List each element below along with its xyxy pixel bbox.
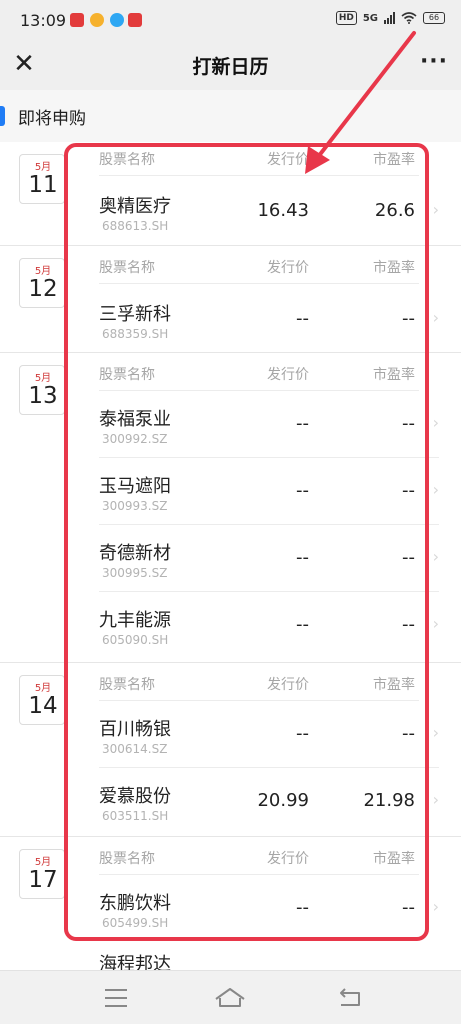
menu-icon[interactable]: [96, 983, 136, 1013]
system-nav-bar: [0, 970, 461, 1024]
home-icon[interactable]: [210, 983, 250, 1013]
back-icon[interactable]: [330, 983, 370, 1013]
annotation-arrow: [305, 31, 416, 174]
